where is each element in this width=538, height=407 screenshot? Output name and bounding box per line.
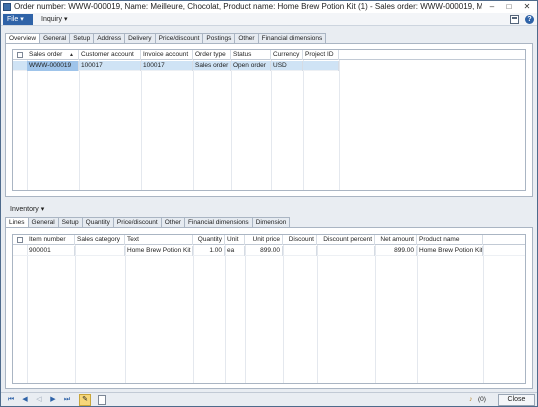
document-icon[interactable] [98,395,106,405]
sales-orders-grid: Sales order ▲ Customer account Invoice a… [12,49,526,191]
col-discount[interactable]: Discount [283,235,317,245]
cell-status[interactable]: Open order [231,61,271,71]
inquiry-menu-button[interactable]: Inquiry ▾ [41,14,67,25]
cell-discount[interactable] [283,246,317,256]
window-title: Order number: WWW-000019, Name: Meilleur… [14,2,482,11]
app-icon [3,3,11,11]
cell-discount-percent[interactable] [317,246,375,256]
maximize-button[interactable]: □ [502,2,516,12]
cell-customer-account[interactable]: 100017 [79,61,141,71]
cell-sales-category[interactable] [75,246,125,256]
next-record-icon[interactable]: ▶ [49,396,57,404]
sales-order-window: Order number: WWW-000019, Name: Meilleur… [0,0,538,407]
col-unit[interactable]: Unit [225,235,245,245]
previous-record-icon[interactable]: ◀ [21,396,29,404]
col-order-type[interactable]: Order type [193,50,231,60]
sales-lines-grid: Item number Sales category Text Quantity… [12,234,526,384]
col-unit-price[interactable]: Unit price [245,235,283,245]
col-customer-account[interactable]: Customer account [79,50,141,60]
status-bar: ⏮ ◀ ◁ ▶ ⏭ ✎ ♪ (0) Close [1,392,537,406]
cell-sales-order[interactable]: WWW-000019 [27,61,79,71]
col-project-id[interactable]: Project ID [303,50,339,60]
inventory-menu-button[interactable]: Inventory ▾ [10,205,44,215]
orders-header-row: Sales order ▲ Customer account Invoice a… [13,50,525,60]
cell-invoice-account[interactable]: 100017 [141,61,193,71]
cell-project-id[interactable] [303,61,339,71]
sort-ascending-icon: ▲ [69,52,74,58]
cell-product-name[interactable]: Home Brew Potion Kit [417,246,483,256]
col-status[interactable]: Status [231,50,271,60]
last-record-icon[interactable]: ⏭ [63,396,71,404]
layout-icon[interactable] [510,15,519,24]
cell-unit[interactable]: ea [225,246,245,256]
select-all-lines-checkbox[interactable] [17,237,23,243]
first-record-icon[interactable]: ⏮ [7,396,15,404]
overview-panel: Sales order ▲ Customer account Invoice a… [5,43,533,197]
select-all-checkbox[interactable] [17,52,23,58]
table-row[interactable]: WWW-000019 100017 100017 Sales order Ope… [13,61,339,71]
col-invoice-account[interactable]: Invoice account [141,50,193,60]
close-window-button[interactable]: ✕ [520,2,534,12]
cell-order-type[interactable]: Sales order [193,61,231,71]
lines-header-row: Item number Sales category Text Quantity… [13,235,525,245]
help-icon[interactable]: ? [525,15,534,24]
col-discount-percent[interactable]: Discount percent [317,235,375,245]
col-quantity[interactable]: Quantity [193,235,225,245]
close-button[interactable]: Close [498,394,535,406]
col-net-amount[interactable]: Net amount [375,235,417,245]
col-currency[interactable]: Currency [271,50,303,60]
cell-quantity[interactable]: 1.00 [193,246,225,256]
file-menu-button[interactable]: File ▾ [3,14,33,25]
lines-panel: Item number Sales category Text Quantity… [5,227,533,389]
col-text[interactable]: Text [125,235,193,245]
col-sales-category[interactable]: Sales category [75,235,125,245]
table-row[interactable]: 900001 Home Brew Potion Kit 1.00 ea 899.… [13,246,525,256]
notification-count: (0) [478,396,486,403]
menu-bar: File ▾ Inquiry ▾ ? [1,13,537,26]
cell-text[interactable]: Home Brew Potion Kit [125,246,193,256]
minimize-button[interactable]: – [485,2,499,12]
cell-currency[interactable]: USD [271,61,303,71]
title-bar: Order number: WWW-000019, Name: Meilleur… [1,1,537,13]
edit-icon[interactable]: ✎ [79,394,91,406]
cell-net-amount[interactable]: 899.00 [375,246,417,256]
notification-bell-icon[interactable]: ♪ [469,395,477,404]
cell-unit-price[interactable]: 899.00 [245,246,283,256]
previous-page-icon[interactable]: ◁ [35,396,43,404]
col-product-name[interactable]: Product name [417,235,483,245]
cell-item-number[interactable]: 900001 [27,246,75,256]
col-item-number[interactable]: Item number [27,235,75,245]
